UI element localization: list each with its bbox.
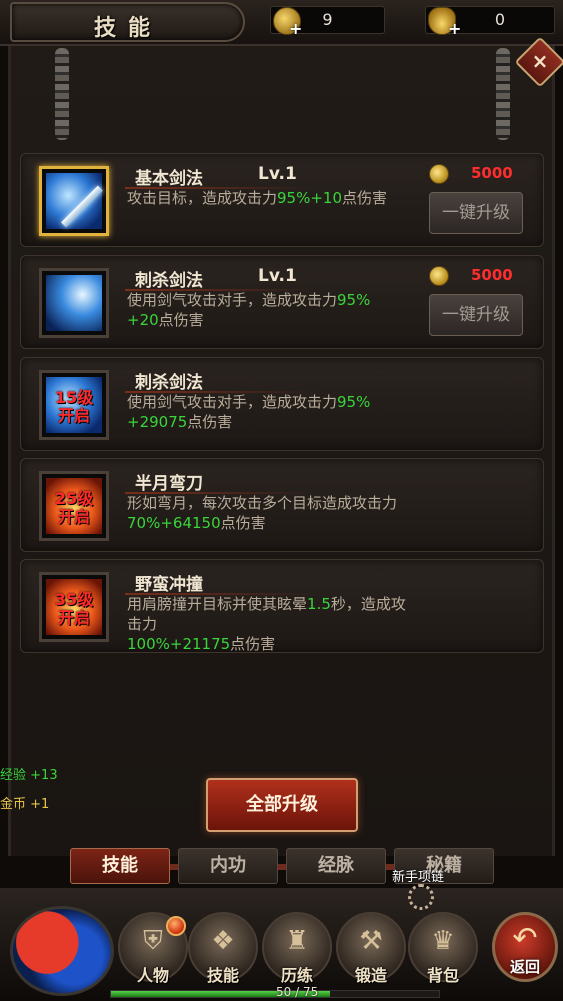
locked-skill-icon: 15级 开启 <box>46 377 102 433</box>
page-title: 技能 <box>94 16 163 41</box>
skill-row[interactable]: 15级 开启 刺杀剑法 使用剑气攻击对手，造成攻击力95% +29075点伤害 <box>20 357 544 451</box>
sword-skill-icon <box>46 173 103 229</box>
skill-description: 攻击目标，造成攻击力95%+10点伤害 <box>127 189 388 207</box>
experience-text: 50 / 75 <box>276 985 319 999</box>
necklace-icon[interactable] <box>408 884 434 910</box>
unlock-level-text: 15级 开启 <box>54 388 94 425</box>
copper-value: 9 <box>322 10 333 29</box>
nav-skills-button[interactable]: ❖ 技能 <box>188 912 258 985</box>
skill-name: 刺杀剑法 <box>135 373 203 393</box>
nav-training-button[interactable]: ♜ 历练 <box>262 912 332 985</box>
back-button[interactable]: ↶ 返回 <box>492 912 558 982</box>
skill-tabs: 技能 内功 经脉 秘籍 <box>0 848 563 888</box>
bag-icon: ♛ <box>431 926 455 956</box>
skill-description: 使用剑气攻击对手，造成攻击力95% +29075点伤害 <box>127 393 371 431</box>
skill-name: 刺杀剑法 <box>135 271 203 291</box>
gold-resource[interactable]: + 0 <box>425 6 555 38</box>
upgrade-cost: 5000 <box>471 164 513 182</box>
gold-gain-log: 金币 +1 <box>0 797 50 812</box>
gold-value: 0 <box>494 10 506 29</box>
skill-row[interactable]: 35级 开启 野蛮冲撞 用肩膀撞开目标并使其眩晕1.5秒，造成攻击力 100%+2… <box>20 559 544 653</box>
skill-icon-frame[interactable]: 25级 开启 <box>39 471 109 541</box>
skill-description: 使用剑气攻击对手，造成攻击力95% +20点伤害 <box>127 291 371 329</box>
back-arrow-icon: ↶ <box>512 921 538 956</box>
tab-inner-power[interactable]: 内功 <box>178 848 278 884</box>
upgrade-cost: 5000 <box>471 266 513 284</box>
skill-row[interactable]: 基本剑法 Lv.1 攻击目标，造成攻击力95%+10点伤害 5000 一键升级 <box>20 153 544 247</box>
unlock-level-text: 25级 开启 <box>54 489 94 526</box>
skill-description: 用肩膀撞开目标并使其眩晕1.5秒，造成攻击力 100%+21175点伤害 <box>127 595 406 653</box>
one-click-upgrade-button[interactable]: 一键升级 <box>429 294 523 336</box>
skill-row[interactable]: 刺杀剑法 Lv.1 使用剑气攻击对手，造成攻击力95% +20点伤害 5000 一… <box>20 255 544 349</box>
chain-decoration <box>55 48 69 140</box>
skill-book-icon: ❖ <box>211 926 235 956</box>
tab-meridian[interactable]: 经脉 <box>286 848 386 884</box>
nav-bag-button[interactable]: ♛ 背包 <box>408 912 478 985</box>
helmet-icon: ♜ <box>285 926 309 956</box>
skill-icon-frame[interactable]: 35级 开启 <box>39 572 109 642</box>
tab-skills[interactable]: 技能 <box>70 848 170 884</box>
chain-decoration <box>496 48 510 140</box>
coin-icon <box>429 266 449 286</box>
experience-bar <box>110 990 440 998</box>
hammer-icon: ⚒ <box>359 926 383 956</box>
slash-skill-icon <box>46 275 102 331</box>
nav-forge-button[interactable]: ⚒ 锻造 <box>336 912 406 985</box>
newbie-necklace-label: 新手项链 <box>392 870 445 885</box>
skill-description: 形如弯月，每次攻击多个目标造成攻击力70%+64150点伤害 <box>127 494 398 532</box>
title-plate: 技能 <box>10 2 245 42</box>
skill-name: 半月弯刀 <box>135 474 203 494</box>
locked-skill-icon: 35级 开启 <box>46 579 102 635</box>
skill-icon-frame[interactable]: 15级 开启 <box>39 370 109 440</box>
unlock-level-text: 35级 开启 <box>54 590 94 627</box>
locked-skill-icon: 25级 开启 <box>46 478 102 534</box>
skill-icon-frame[interactable] <box>39 268 109 338</box>
coin-icon <box>429 164 449 184</box>
top-bar: 技能 + 9 + 0 <box>0 0 563 46</box>
skill-icon-frame[interactable] <box>39 166 109 236</box>
notification-dot <box>166 916 186 936</box>
skill-level: Lv.1 <box>258 164 297 184</box>
taiji-emblem-icon[interactable] <box>10 906 114 996</box>
skill-name: 野蛮冲撞 <box>135 575 203 595</box>
one-click-upgrade-button[interactable]: 一键升级 <box>429 192 523 234</box>
skill-level: Lv.1 <box>258 266 297 286</box>
close-icon[interactable]: × <box>522 44 558 80</box>
skill-name: 基本剑法 <box>135 169 203 189</box>
upgrade-all-button[interactable]: 全部升级 <box>206 778 358 832</box>
copper-resource[interactable]: + 9 <box>270 6 385 38</box>
exp-gain-log: 经验 +13 <box>0 768 58 783</box>
skill-row[interactable]: 25级 开启 半月弯刀 形如弯月，每次攻击多个目标造成攻击力70%+64150点… <box>20 458 544 552</box>
